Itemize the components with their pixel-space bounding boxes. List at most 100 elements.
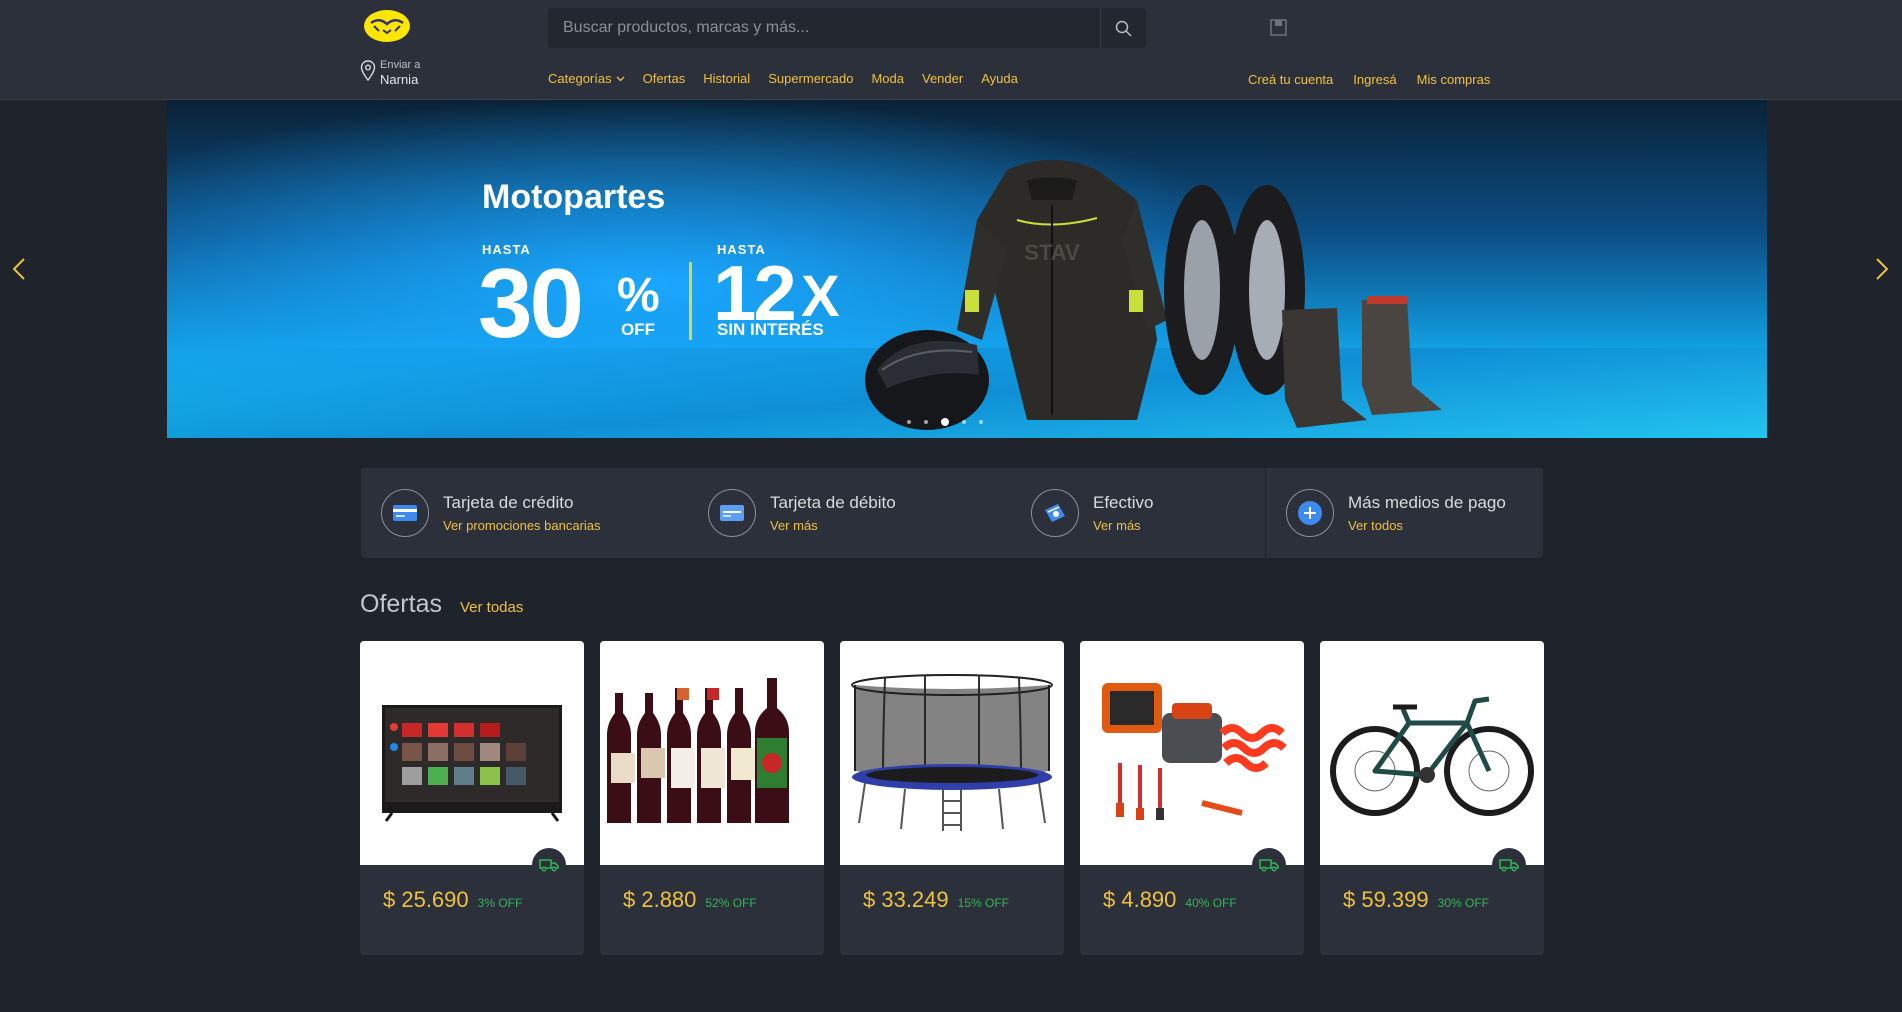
create-account-link[interactable]: Creá tu cuenta xyxy=(1248,72,1333,87)
carousel-next-button[interactable] xyxy=(1872,256,1892,282)
nav-historial[interactable]: Historial xyxy=(703,71,750,86)
payment-title: Efectivo xyxy=(1093,493,1154,512)
logo[interactable] xyxy=(363,9,411,43)
product-discount: 40% OFF xyxy=(1185,896,1237,910)
header: Enviar a Narnia Categorías Ofertas Histo… xyxy=(0,0,1902,100)
nav-ayuda[interactable]: Ayuda xyxy=(981,71,1018,86)
product-image xyxy=(600,641,824,865)
product-discount: 52% OFF xyxy=(705,896,757,910)
offers-see-all-link[interactable]: Ver todas xyxy=(460,599,523,616)
search-button[interactable] xyxy=(1100,8,1146,48)
deal-suffix: OFF xyxy=(621,320,655,339)
product-discount: 15% OFF xyxy=(957,896,1009,910)
payment-cash[interactable]: Efectivo Ver más xyxy=(1011,468,1265,558)
product-price: $ 2.880 xyxy=(623,887,697,912)
product-image xyxy=(840,641,1064,865)
shipping-location-name: Narnia xyxy=(380,72,419,87)
deal-unit: % xyxy=(617,269,660,322)
payment-link[interactable]: Ver más xyxy=(770,518,896,533)
product-discount: 3% OFF xyxy=(477,896,523,910)
offers-title: Ofertas xyxy=(360,590,442,618)
truck-icon xyxy=(1499,859,1519,872)
nav-moda[interactable]: Moda xyxy=(871,71,904,86)
free-shipping-badge xyxy=(1492,848,1526,882)
shipping-location[interactable]: Enviar a Narnia xyxy=(360,60,420,86)
product-image xyxy=(360,641,584,882)
product-card[interactable]: $ 25.690 3% OFF xyxy=(360,641,584,955)
plus-icon xyxy=(1286,489,1334,537)
product-price-row: $ 4.890 40% OFF xyxy=(1103,887,1237,913)
payment-more-methods[interactable]: Más medios de pago Ver todos xyxy=(1265,468,1543,558)
nav-supermercado[interactable]: Supermercado xyxy=(768,71,853,86)
product-image xyxy=(1080,641,1304,882)
product-price-row: $ 25.690 3% OFF xyxy=(383,887,522,913)
product-price: $ 59.399 xyxy=(1343,887,1429,912)
chevron-down-icon xyxy=(616,76,625,81)
product-price-row: $ 2.880 52% OFF xyxy=(623,887,757,913)
carousel-dot[interactable] xyxy=(979,420,983,424)
deal-unit: X xyxy=(801,264,840,329)
search-input[interactable] xyxy=(548,8,1100,48)
login-link[interactable]: Ingresá xyxy=(1353,72,1396,87)
hero-title: Motopartes xyxy=(482,178,666,216)
carousel-dot-active[interactable] xyxy=(941,418,949,426)
hero-banner[interactable]: Motopartes HASTA 30 % OFF HASTA 12 X SIN… xyxy=(167,100,1767,438)
product-card[interactable]: $ 33.249 15% OFF xyxy=(840,641,1064,955)
offers-header: Ofertas Ver todas xyxy=(360,590,523,619)
product-card[interactable]: $ 2.880 52% OFF xyxy=(600,641,824,955)
hero-installments-deal: HASTA 12 X SIN INTERÉS xyxy=(713,242,840,339)
shipping-label: Enviar a xyxy=(380,59,421,71)
carousel-dot[interactable] xyxy=(907,420,911,424)
helmet-image xyxy=(865,330,989,430)
promo-banner-icon[interactable] xyxy=(1269,18,1288,37)
location-pin-icon xyxy=(360,60,376,82)
free-shipping-badge xyxy=(532,848,566,882)
carousel-dots xyxy=(907,418,983,426)
payment-title: Más medios de pago xyxy=(1348,493,1506,512)
deal-value: 30 xyxy=(478,248,584,358)
offers-list: $ 25.690 3% OFF $ 2.880 52% OFF $ 33.249… xyxy=(360,641,1544,955)
my-purchases-link[interactable]: Mis compras xyxy=(1417,72,1491,87)
user-nav: Creá tu cuenta Ingresá Mis compras xyxy=(1248,72,1490,87)
payment-link[interactable]: Ver más xyxy=(1093,518,1153,533)
product-price: $ 25.690 xyxy=(383,887,469,912)
product-card[interactable]: $ 59.399 30% OFF xyxy=(1320,641,1544,955)
hero-discount-deal: HASTA 30 % OFF xyxy=(478,242,660,352)
trampoline-image xyxy=(851,674,1053,831)
free-shipping-badge xyxy=(1252,848,1286,882)
svg-text:STAV: STAV xyxy=(1024,240,1080,265)
chevron-left-icon xyxy=(13,258,25,280)
product-price-row: $ 59.399 30% OFF xyxy=(1343,887,1489,913)
deal-separator xyxy=(689,262,692,340)
nav-vender[interactable]: Vender xyxy=(922,71,963,86)
payment-methods: Tarjeta de crédito Ver promociones banca… xyxy=(361,468,1543,558)
tool-kit-compressor-image xyxy=(1102,683,1287,820)
chevron-right-icon xyxy=(1876,258,1888,280)
main-nav: Categorías Ofertas Historial Supermercad… xyxy=(548,71,1018,86)
smart-tv-image xyxy=(382,705,562,822)
payment-credit-card[interactable]: Tarjeta de crédito Ver promociones banca… xyxy=(361,468,688,558)
payment-debit-card[interactable]: Tarjeta de débito Ver más xyxy=(688,468,1011,558)
nav-ofertas[interactable]: Ofertas xyxy=(643,71,686,86)
product-price: $ 4.890 xyxy=(1103,887,1177,912)
product-discount: 30% OFF xyxy=(1437,896,1489,910)
nav-categories[interactable]: Categorías xyxy=(548,71,625,86)
carousel-prev-button[interactable] xyxy=(9,256,29,282)
payment-title: Tarjeta de débito xyxy=(770,493,896,512)
nav-categories-label: Categorías xyxy=(548,71,612,86)
payment-link[interactable]: Ver promociones bancarias xyxy=(443,518,601,533)
product-image xyxy=(1320,641,1544,882)
wine-bottles-image xyxy=(607,678,789,823)
product-price: $ 33.249 xyxy=(863,887,949,912)
product-card[interactable]: $ 4.890 40% OFF xyxy=(1080,641,1304,955)
carousel-dot[interactable] xyxy=(962,420,966,424)
credit-card-icon xyxy=(381,489,429,537)
carousel-dot[interactable] xyxy=(924,420,928,424)
truck-icon xyxy=(1259,859,1279,872)
payment-link[interactable]: Ver todos xyxy=(1348,518,1506,533)
cash-icon xyxy=(1031,489,1079,537)
search-bar xyxy=(548,8,1146,48)
deal-suffix: SIN INTERÉS xyxy=(717,320,824,339)
payment-title: Tarjeta de crédito xyxy=(443,493,574,512)
search-icon xyxy=(1115,20,1132,37)
